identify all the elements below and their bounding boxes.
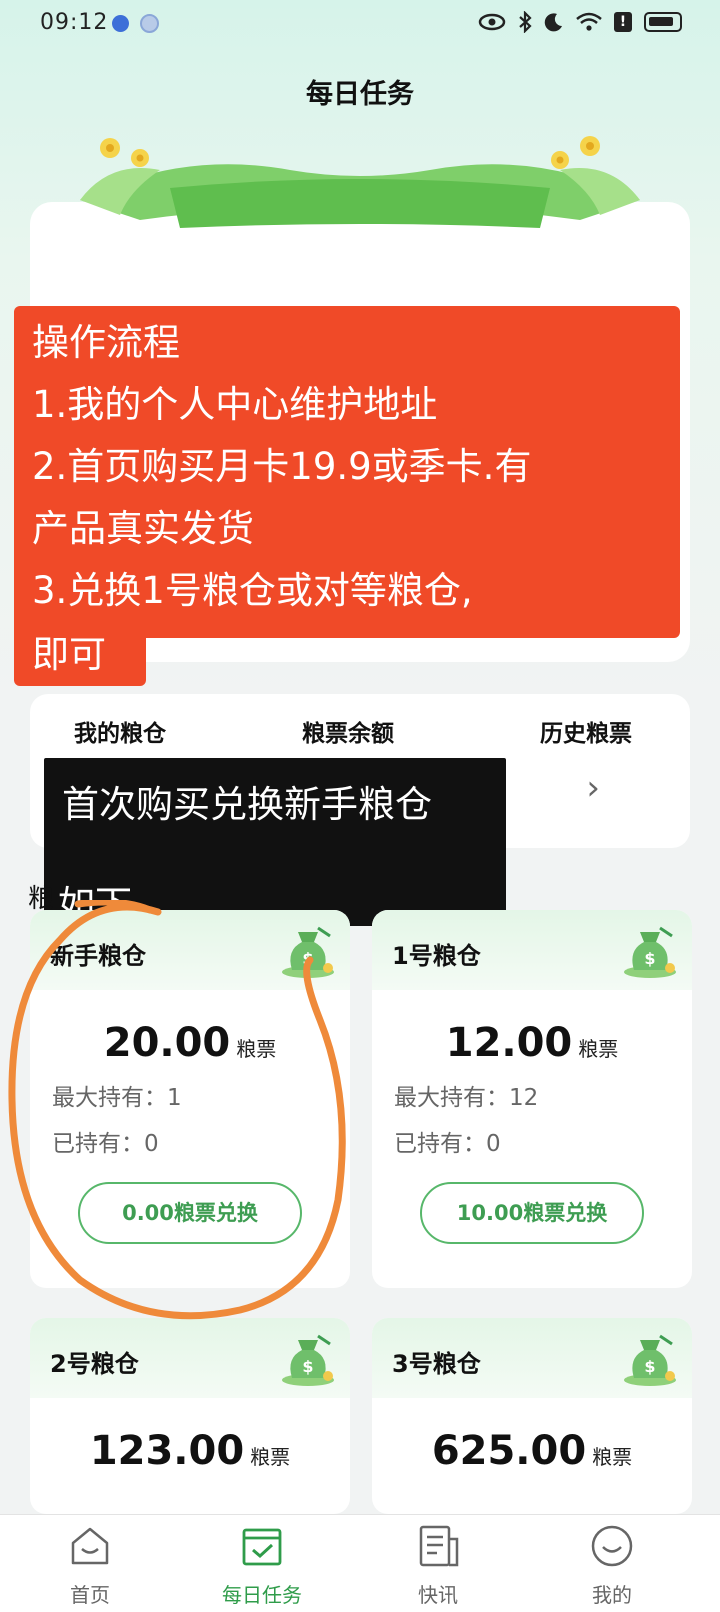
card-price: 123.00 粮票 <box>30 1428 350 1474</box>
status-icons: ! <box>478 11 682 33</box>
battery-icon <box>644 12 682 32</box>
price-value: 123.00 <box>89 1428 245 1474</box>
card-title: 2号粮仓 <box>50 1350 139 1378</box>
card-header: 新手粮仓 <box>30 910 350 990</box>
max-hold-label: 最大持有：12 <box>394 1085 539 1111</box>
profile-icon <box>591 1525 633 1567</box>
task-check-icon <box>242 1528 282 1566</box>
card-header: 2号粮仓 <box>30 1318 350 1398</box>
money-bag-icon <box>280 926 336 980</box>
note-line: 2.首页购买月卡19.9或季卡.有 <box>32 445 532 488</box>
wifi-icon <box>576 12 602 31</box>
nav-item-profile[interactable]: 我的 <box>552 1523 672 1608</box>
held-label: 已持有：0 <box>394 1131 501 1157</box>
chevron-right-icon[interactable]: › <box>586 768 600 808</box>
granary-card-newbie: 新手粮仓 20.00 粮票 最大持有：1 已持有：0 0.00粮票兑换 <box>30 910 350 1288</box>
card-title: 新手粮仓 <box>50 942 146 970</box>
moon-icon <box>544 13 562 32</box>
granary-card-1: 1号粮仓 12.00 粮票 最大持有：12 已持有：0 10.00粮票兑换 <box>372 910 692 1288</box>
card-title: 3号粮仓 <box>392 1350 481 1378</box>
news-icon <box>419 1525 459 1567</box>
note-line: 3.兑换1号粮仓或对等粮仓, <box>32 569 473 612</box>
eye-icon <box>478 13 506 31</box>
nav-item-home[interactable]: 首页 <box>30 1523 150 1608</box>
price-unit: 粮票 <box>250 1445 291 1469</box>
card-price: 625.00 粮票 <box>372 1428 692 1474</box>
exchange-button[interactable]: 10.00粮票兑换 <box>420 1182 644 1244</box>
exchange-button[interactable]: 0.00粮票兑换 <box>78 1182 302 1244</box>
nav-item-news[interactable]: 快讯 <box>378 1523 498 1608</box>
card-header: 1号粮仓 <box>372 910 692 990</box>
card-price: 12.00 粮票 <box>372 1020 692 1066</box>
card-title: 1号粮仓 <box>392 942 481 970</box>
process-note: 操作流程 1.我的个人中心维护地址 2.首页购买月卡19.9或季卡.有 产品真实… <box>14 306 680 638</box>
note-line: 1.我的个人中心维护地址 <box>32 383 438 426</box>
price-value: 625.00 <box>431 1428 587 1474</box>
status-time: 09:12 <box>40 10 109 35</box>
nav-label: 我的 <box>592 1583 632 1607</box>
bottom-nav: 首页 每日任务 快讯 我的 <box>0 1514 720 1612</box>
held-label: 已持有：0 <box>52 1131 159 1157</box>
price-unit: 粮票 <box>236 1037 277 1061</box>
price-value: 20.00 <box>103 1020 231 1066</box>
nav-item-daily-task[interactable]: 每日任务 <box>202 1523 322 1608</box>
app-notification-icon <box>112 15 129 32</box>
leaf-decoration <box>80 136 640 228</box>
card-header: 3号粮仓 <box>372 1318 692 1398</box>
granary-card-3: 3号粮仓 625.00 粮票 <box>372 1318 692 1514</box>
caption-overlay: 首次购买兑换新手粮仓 如下 <box>44 758 506 926</box>
money-bag-icon <box>622 926 678 980</box>
nav-label: 首页 <box>70 1583 110 1607</box>
bluetooth-icon <box>519 11 532 33</box>
note-line: 操作流程 <box>32 321 180 364</box>
nav-label: 快讯 <box>418 1583 458 1607</box>
history-tickets-label[interactable]: 历史粮票 <box>540 714 632 748</box>
price-value: 12.00 <box>445 1020 573 1066</box>
price-unit: 粮票 <box>592 1445 633 1469</box>
process-note-tail: 即可 <box>14 630 146 686</box>
money-bag-icon <box>622 1334 678 1388</box>
assistant-notification-icon <box>140 14 159 33</box>
price-unit: 粮票 <box>578 1037 619 1061</box>
granary-card-2: 2号粮仓 123.00 粮票 <box>30 1318 350 1514</box>
my-granary-label: 我的粮仓 <box>74 721 166 747</box>
status-bar: 09:12 ! <box>0 0 720 48</box>
nav-label: 每日任务 <box>222 1583 302 1607</box>
note-line: 产品真实发货 <box>32 507 254 550</box>
page-title: 每日任务 <box>306 79 414 110</box>
card-price: 20.00 粮票 <box>30 1020 350 1066</box>
note-line: 即可 <box>32 633 106 676</box>
money-bag-icon <box>280 1334 336 1388</box>
max-hold-label: 最大持有：1 <box>52 1085 182 1111</box>
alert-icon: ! <box>614 12 632 32</box>
ticket-balance-label: 粮票余额 <box>302 721 394 747</box>
caption-line: 首次购买兑换新手粮仓 <box>62 783 432 826</box>
home-icon <box>71 1527 109 1565</box>
